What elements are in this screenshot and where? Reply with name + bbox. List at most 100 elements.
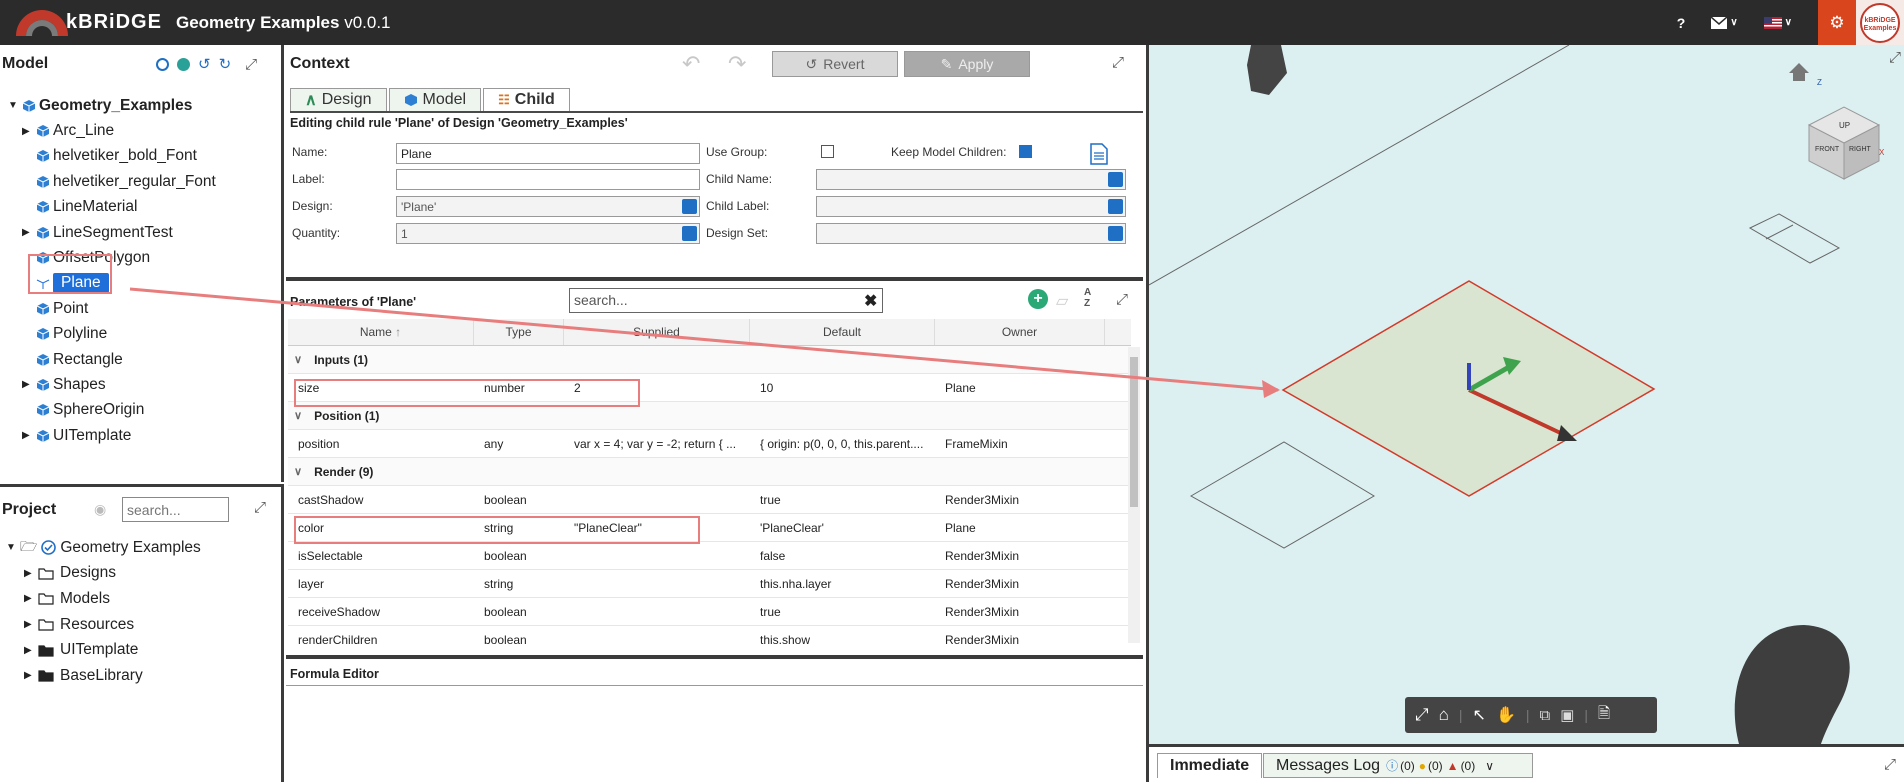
home-icon[interactable]: ⌂ <box>1439 705 1449 725</box>
project-tree-item[interactable]: ▶ Resources <box>24 612 201 638</box>
model-tree-item[interactable]: LineMaterial <box>22 195 216 220</box>
tab-messages-log[interactable]: Messages Log ⓘ (0) ● (0) ▲ (0) ∨ <box>1263 753 1533 778</box>
table-row[interactable]: layer string this.nha.layer Render3Mixin <box>288 570 1131 598</box>
expand-icon[interactable]: ⤢ <box>245 56 257 73</box>
avatar[interactable]: kBRiDGE Examples <box>1856 0 1904 45</box>
group-row[interactable]: ∨ Inputs (1) <box>288 346 1131 374</box>
model-tree-item[interactable]: ▶ Shapes <box>22 372 216 397</box>
add-icon[interactable]: + <box>1028 289 1048 309</box>
model-tree-item[interactable]: ▶ Arc_Line <box>22 118 216 143</box>
document-icon[interactable] <box>1090 143 1108 165</box>
parameters-scrollbar[interactable] <box>1128 347 1140 643</box>
table-row[interactable]: castShadow boolean true Render3Mixin <box>288 486 1131 514</box>
child-name-field[interactable] <box>816 169 1126 190</box>
caret-right-icon[interactable]: ▶ <box>24 670 38 681</box>
redo-icon[interactable]: ↷ <box>728 51 746 77</box>
chevron-down-icon[interactable]: ∨ <box>288 409 302 422</box>
edit-icon[interactable] <box>1108 226 1123 241</box>
apply-button[interactable]: ✎ Apply <box>904 51 1030 77</box>
table-row[interactable]: position any var x = 4; var y = -2; return… <box>288 430 1131 458</box>
fit-view-icon[interactable]: ⤢ <box>1415 705 1429 725</box>
group-row[interactable]: ∨ Render (9) <box>288 458 1131 486</box>
column-header-type[interactable]: Type <box>474 319 564 345</box>
pan-hand-icon[interactable]: ✋ <box>1496 705 1516 725</box>
column-header-default[interactable]: Default <box>750 319 935 345</box>
column-header-name[interactable]: Name ↑ <box>288 319 474 345</box>
column-header-owner[interactable]: Owner <box>935 319 1105 345</box>
edit-icon[interactable] <box>682 226 697 241</box>
home-icon[interactable] <box>1789 63 1809 81</box>
model-tree-item[interactable]: Point <box>22 296 216 321</box>
pointer-icon[interactable]: ↖ <box>1473 705 1486 725</box>
mail-button[interactable]: ∨ <box>1711 16 1738 29</box>
model-tree-item[interactable]: Polyline <box>22 322 216 347</box>
parameters-search-input[interactable]: search... <box>569 288 883 313</box>
undo-icon[interactable]: ↶ <box>682 51 700 77</box>
child-label-field[interactable] <box>816 196 1126 217</box>
play-icon[interactable] <box>156 57 169 71</box>
help-button[interactable]: ? <box>1677 15 1686 31</box>
model-tree-item[interactable]: helvetiker_regular_Font <box>22 169 216 194</box>
column-header-supplied[interactable]: Supplied <box>564 319 750 345</box>
caret-right-icon[interactable]: ▶ <box>22 430 36 441</box>
cell-supplied[interactable]: var x = 4; var y = -2; return { ... <box>564 437 750 451</box>
scene-torus[interactable] <box>1734 625 1850 744</box>
table-row[interactable]: isSelectable boolean false Render3Mixin <box>288 542 1131 570</box>
revert-button[interactable]: ↺ Revert <box>772 51 898 77</box>
model-tree-root[interactable]: ▼ Geometry_Examples <box>8 93 216 118</box>
view-cube[interactable] <box>1807 106 1881 180</box>
expand-icon[interactable]: ⤢ <box>1889 49 1901 66</box>
project-tree-item[interactable]: ▶ BaseLibrary <box>24 663 201 689</box>
eraser-icon[interactable]: ▱ <box>1056 291 1068 311</box>
language-button[interactable]: ∨ <box>1763 16 1792 29</box>
scene-plane[interactable] <box>1189 441 1375 549</box>
project-tree-root[interactable]: ▼ 🗁 Geometry Examples <box>6 535 201 561</box>
caret-down-icon[interactable]: ▼ <box>6 542 20 553</box>
use-group-checkbox[interactable] <box>821 145 834 158</box>
undo-icon[interactable]: ↺ <box>198 55 211 73</box>
project-tree-item[interactable]: ▶ Models <box>24 586 201 612</box>
caret-right-icon[interactable]: ▶ <box>22 379 36 390</box>
sort-az-icon[interactable]: AZ <box>1084 287 1091 309</box>
caret-right-icon[interactable]: ▶ <box>24 619 38 630</box>
refresh-icon[interactable]: ↻ <box>219 55 232 73</box>
caret-right-icon[interactable]: ▶ <box>22 126 36 137</box>
eye-icon[interactable]: ◉ <box>94 501 106 518</box>
model-tree-item[interactable]: SphereOrigin <box>22 398 216 423</box>
tab-design[interactable]: ∧ Design <box>290 88 387 111</box>
scene-rectangle[interactable] <box>1748 213 1841 264</box>
chevron-down-icon[interactable]: ∨ <box>288 353 302 366</box>
edit-icon[interactable] <box>1108 199 1123 214</box>
edit-icon[interactable] <box>1108 172 1123 187</box>
camera-icon[interactable]: ▣ <box>1560 706 1574 724</box>
expand-icon[interactable]: ⤢ <box>1112 54 1124 71</box>
model-tree-item[interactable]: Rectangle <box>22 347 216 372</box>
edit-icon[interactable] <box>682 199 697 214</box>
record-icon[interactable] <box>177 57 190 71</box>
caret-right-icon[interactable]: ▶ <box>24 568 38 579</box>
chevron-down-icon[interactable]: ∨ <box>288 465 302 478</box>
caret-down-icon[interactable]: ▼ <box>8 100 22 111</box>
model-tree-item[interactable]: helvetiker_bold_Font <box>22 144 216 169</box>
project-tree-item[interactable]: ▶ Designs <box>24 561 201 587</box>
caret-right-icon[interactable]: ▶ <box>24 593 38 604</box>
scroll-thumb[interactable] <box>1130 357 1138 507</box>
settings-button[interactable]: ⚙ <box>1818 0 1856 45</box>
model-tree-item[interactable]: ▶ LineSegmentTest <box>22 220 216 245</box>
label-field[interactable] <box>396 169 700 190</box>
3d-viewport[interactable]: UP FRONT RIGHT Z X ⤢ ⤢ ⌂ | ↖ ✋ | ⧉ ▣ | 🗎 <box>1146 45 1904 744</box>
tab-model[interactable]: Model <box>388 88 482 111</box>
project-tree-item[interactable]: ▶ UITemplate <box>24 637 201 663</box>
layers-icon[interactable]: ⧉ <box>1540 707 1551 724</box>
scene-pyramid[interactable] <box>1247 45 1287 95</box>
keep-children-checkbox[interactable] <box>1019 145 1032 158</box>
chevron-down-icon[interactable]: ∨ <box>1485 759 1494 773</box>
pdf-icon[interactable]: 🗎 <box>1598 703 1610 728</box>
close-icon[interactable]: ✖ <box>864 291 877 311</box>
caret-right-icon[interactable]: ▶ <box>24 645 38 656</box>
name-field[interactable]: Plane <box>396 143 700 164</box>
model-tree-item[interactable]: ▶ UITemplate <box>22 423 216 448</box>
design-field[interactable]: 'Plane' <box>396 196 700 217</box>
project-search-input[interactable] <box>122 497 229 522</box>
design-set-field[interactable] <box>816 223 1126 244</box>
